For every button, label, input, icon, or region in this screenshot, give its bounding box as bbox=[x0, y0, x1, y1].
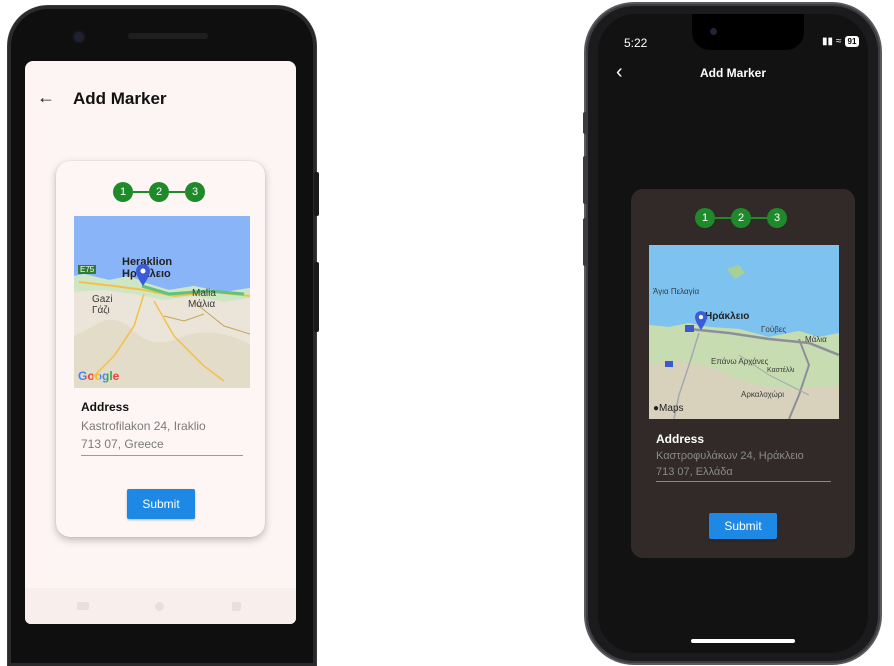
location-map[interactable]: E75 Heraklion Ηράκλειο Gazi Γάζι Malia Μ… bbox=[74, 216, 250, 388]
road-badge: E75 bbox=[78, 265, 97, 274]
app-bar: ← Add Marker bbox=[25, 61, 296, 141]
map-label-epano-archanes: Επάνω Αρχάνες bbox=[711, 357, 769, 366]
address-line-1: Καστροφυλάκων 24, Ηράκλειο bbox=[656, 450, 804, 462]
signal-icon: ▮▮ bbox=[822, 36, 834, 47]
step-connector bbox=[133, 191, 149, 193]
status-icons: ▮▮ ≈ 91 bbox=[822, 36, 860, 47]
android-volume-button bbox=[314, 262, 319, 332]
apple-maps-text: Maps bbox=[659, 403, 684, 414]
add-marker-card: 1 2 3 Άγια Πελαγία Ηράκλειο Γούβες Μάλια… bbox=[631, 189, 855, 558]
address-line-2: 713 07, Greece bbox=[81, 437, 164, 451]
address-line-1: Kastrofilakon 24, Iraklio bbox=[81, 419, 206, 433]
iphone-screen: 5:22 ▮▮ ≈ 91 ‹ Add Marker 1 2 3 Άγια Πελ… bbox=[598, 14, 868, 653]
nav-recents-icon[interactable] bbox=[232, 602, 241, 611]
battery-icon: 91 bbox=[844, 36, 860, 47]
map-label-malia: Malia bbox=[192, 288, 216, 299]
iphone-mute-switch bbox=[583, 112, 587, 134]
add-marker-card: 1 2 3 E75 Heraklion Gazi Γάζι Malia Μάλι… bbox=[56, 161, 265, 537]
step-1: 1 bbox=[113, 182, 133, 202]
android-phone: ← Add Marker 1 2 3 E75 Heraklion Gazi Γά… bbox=[8, 6, 319, 666]
step-indicator: 1 2 3 bbox=[695, 208, 787, 228]
apple-maps-logo: ●Maps bbox=[653, 403, 684, 414]
step-connector bbox=[169, 191, 185, 193]
step-connector bbox=[715, 217, 731, 219]
android-power-button bbox=[314, 172, 319, 216]
step-3: 3 bbox=[185, 182, 205, 202]
page-title: Add Marker bbox=[73, 89, 167, 108]
map-pin-icon bbox=[695, 311, 707, 330]
address-label: Address bbox=[656, 432, 705, 446]
address-field[interactable]: Καστροφυλάκων 24, Ηράκλειο 713 07, Ελλάδ… bbox=[656, 448, 804, 480]
map-label-gazi: Gazi bbox=[92, 294, 113, 305]
map-label-malia-greek: Μάλια bbox=[188, 299, 216, 310]
google-logo-text: Google bbox=[78, 369, 120, 383]
step-2: 2 bbox=[149, 182, 169, 202]
map-label-malia-greek: Μάλια bbox=[805, 335, 827, 344]
front-camera bbox=[710, 28, 717, 35]
map-label-agia-pelagia: Άγια Πελαγία bbox=[653, 287, 700, 296]
address-label: Address bbox=[81, 400, 130, 414]
step-3: 3 bbox=[767, 208, 787, 228]
google-logo: Google bbox=[78, 369, 119, 383]
map-pin-icon bbox=[136, 264, 150, 286]
address-underline bbox=[81, 455, 243, 456]
address-field[interactable]: Kastrofilakon 24, Iraklio 713 07, Greece bbox=[81, 417, 206, 453]
step-2: 2 bbox=[731, 208, 751, 228]
back-arrow-icon[interactable]: ← bbox=[37, 87, 55, 107]
android-camera bbox=[74, 32, 84, 42]
step-1: 1 bbox=[695, 208, 715, 228]
android-nav-bar bbox=[25, 588, 296, 624]
step-connector bbox=[751, 217, 767, 219]
map-label-kastelli: Καστέλλι bbox=[767, 367, 795, 374]
step-indicator: 1 2 3 bbox=[113, 182, 205, 202]
map-label-gazi-greek: Γάζι bbox=[92, 305, 110, 316]
nav-back-icon[interactable] bbox=[77, 602, 89, 610]
iphone-volume-down bbox=[583, 218, 587, 266]
location-map[interactable]: Άγια Πελαγία Ηράκλειο Γούβες Μάλια Επάνω… bbox=[649, 245, 839, 419]
nav-home-icon[interactable] bbox=[155, 602, 164, 611]
wifi-icon: ≈ bbox=[836, 36, 842, 47]
page-title: Add Marker bbox=[699, 66, 767, 80]
map-label-gouves: Γούβες bbox=[761, 325, 787, 334]
map-label-arkalochori: Αρκαλοχώρι bbox=[741, 390, 785, 399]
notch bbox=[692, 14, 804, 50]
map-label-heraklion-greek: Ηράκλειο bbox=[705, 311, 750, 322]
iphone-volume-up bbox=[583, 156, 587, 204]
address-underline bbox=[656, 481, 831, 482]
home-indicator[interactable] bbox=[691, 639, 795, 643]
android-screen: ← Add Marker 1 2 3 E75 Heraklion Gazi Γά… bbox=[25, 61, 296, 624]
status-time: 5:22 bbox=[624, 36, 648, 50]
submit-button[interactable]: Submit bbox=[127, 489, 195, 519]
android-speaker bbox=[128, 33, 208, 39]
iphone: 5:22 ▮▮ ≈ 91 ‹ Add Marker 1 2 3 Άγια Πελ… bbox=[583, 4, 880, 663]
address-line-2: 713 07, Ελλάδα bbox=[656, 466, 733, 478]
submit-button[interactable]: Submit bbox=[709, 513, 777, 539]
